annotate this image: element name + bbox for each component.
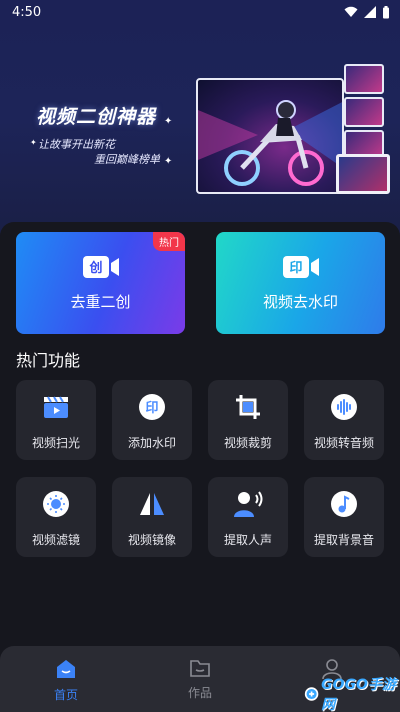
status-bar: 4:50	[0, 0, 400, 24]
battery-icon	[383, 5, 389, 18]
crop-icon	[236, 395, 260, 419]
dedup-remix-card[interactable]: 热门 创 去重二创	[16, 232, 185, 334]
mirror-icon	[140, 493, 164, 515]
nav-works-label: 作品	[187, 686, 212, 700]
gamepad-logo-icon	[304, 687, 319, 701]
tool-label: 视频转音频	[313, 436, 374, 450]
tool-add-watermark[interactable]: 印 添加水印	[112, 380, 192, 460]
signal-icon	[364, 6, 376, 18]
banner-title: 视频二创神器	[36, 106, 157, 128]
thumbnail	[344, 97, 384, 127]
camera-icon-glyph: 创	[88, 260, 102, 276]
tool-video-filter[interactable]: 视频滤镜	[16, 477, 96, 557]
watermark-stamp-icon: 印	[139, 394, 165, 420]
tool-video-mirror[interactable]: 视频镜像	[112, 477, 192, 557]
thumbnail-large	[336, 154, 390, 194]
camera-icon-glyph: 印	[289, 261, 302, 276]
tool-label: 添加水印	[127, 436, 176, 450]
tool-label: 视频镜像	[127, 533, 176, 547]
banner-subtitle-2: 重回巅峰榜单	[94, 153, 160, 166]
sparkle-icon: ✦	[164, 156, 173, 167]
status-icons	[344, 5, 390, 19]
nav-home-label: 首页	[53, 688, 78, 702]
site-watermark-logo: GOGO手游网	[304, 677, 396, 712]
section-title: 热门功能	[16, 351, 81, 370]
watermark-stamp-glyph: 印	[145, 401, 158, 416]
music-note-icon	[331, 491, 357, 517]
motorcycle-illustration	[198, 100, 342, 186]
remove-watermark-label: 视频去水印	[262, 292, 338, 311]
sparkle-icon: ✦	[164, 116, 173, 127]
nav-works[interactable]: 作品	[170, 658, 230, 701]
tool-video-crop[interactable]: 视频裁剪	[208, 380, 288, 460]
tool-extract-background-music[interactable]: 提取背景音	[304, 477, 384, 557]
tool-label: 提取背景音	[313, 533, 374, 547]
tool-label: 视频扫光	[31, 436, 80, 450]
sparkle-icon: ✦	[30, 138, 37, 147]
banner-motorcycle-image	[196, 78, 344, 194]
voice-person-icon	[234, 491, 263, 517]
tool-label: 视频裁剪	[223, 436, 272, 450]
banner-subtitle-1: 让故事开出新花	[38, 138, 115, 151]
hot-badge: 热门	[153, 232, 185, 251]
tool-extract-voice[interactable]: 提取人声	[208, 477, 288, 557]
home-icon	[57, 660, 75, 678]
clapperboard-icon	[44, 396, 68, 418]
dedup-remix-label: 去重二创	[70, 292, 131, 311]
promo-banner[interactable]: 视频二创神器 ✦ 让故事开出新花 重回巅峰榜单 ✦ ✦	[0, 58, 400, 206]
status-time: 4:50	[12, 4, 42, 20]
folder-icon	[190, 660, 210, 677]
audio-wave-icon	[331, 394, 357, 420]
thumbnail	[344, 64, 384, 94]
remove-watermark-card[interactable]: 印 视频去水印	[216, 232, 385, 334]
tool-label: 提取人声	[223, 533, 272, 547]
filter-icon	[43, 491, 69, 517]
nav-home[interactable]: 首页	[36, 658, 96, 703]
watermark-text: GOGO手游网	[321, 677, 396, 712]
wifi-icon	[344, 6, 358, 17]
camera-icon: 印	[282, 255, 319, 278]
tool-video-to-audio[interactable]: 视频转音频	[304, 380, 384, 460]
tool-video-sweep[interactable]: 视频扫光	[16, 380, 96, 460]
camera-icon: 创	[82, 255, 119, 278]
tool-label: 视频滤镜	[31, 533, 80, 547]
